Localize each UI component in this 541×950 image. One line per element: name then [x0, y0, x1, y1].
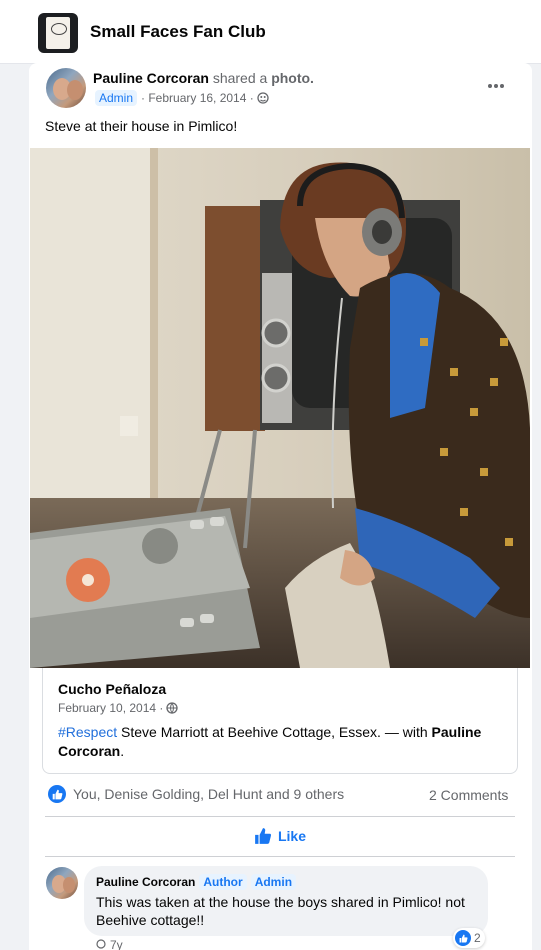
comment-text: This was taken at the house the boys sha… [96, 894, 465, 928]
more-options-icon[interactable] [484, 76, 508, 96]
members-icon [257, 92, 269, 104]
shared-caption: #Respect Steve Marriott at Beehive Cotta… [58, 723, 508, 761]
group-header: Small Faces Fan Club [0, 0, 541, 64]
comment-time-row: 7y [96, 938, 123, 950]
comment-time[interactable]: 7y [110, 938, 123, 950]
reactions-summary[interactable]: You, Denise Golding, Del Hunt and 9 othe… [48, 785, 344, 803]
like-button-label: Like [277, 828, 306, 844]
like-reaction-icon [48, 785, 66, 803]
post-action-text: shared a [212, 70, 268, 86]
admin-badge[interactable]: Admin [95, 90, 138, 106]
post-author-name[interactable]: Pauline Corcoran [93, 70, 209, 86]
comment-author-avatar[interactable] [46, 867, 78, 899]
author-badge: Author [199, 874, 247, 890]
post-photo[interactable] [30, 148, 530, 668]
shared-caption-text: Steve Marriott at Beehive Cottage, Essex… [117, 724, 432, 740]
like-button[interactable]: Like [45, 818, 515, 854]
shared-caption-period: . [120, 743, 125, 759]
post-author-line: Pauline Corcoran shared a photo. [93, 70, 314, 86]
globe-icon [166, 702, 179, 714]
post-text: Steve at their house in Pimlico! [45, 118, 238, 134]
group-title[interactable]: Small Faces Fan Club [90, 22, 266, 42]
comment-admin-badge: Admin [250, 874, 297, 890]
hashtag-link[interactable]: #Respect [58, 724, 117, 740]
author-avatar[interactable] [46, 68, 86, 108]
group-cover-icon[interactable] [38, 13, 78, 53]
comment-reactions[interactable]: 2 [453, 928, 485, 948]
comment-header: Pauline Corcoran Author Admin [96, 874, 297, 890]
comment-like-icon [455, 930, 471, 946]
post-action-object[interactable]: photo. [271, 70, 314, 86]
shared-date-text[interactable]: February 10, 2014 · [58, 701, 163, 715]
post-meta: Admin · February 16, 2014 · [95, 90, 269, 106]
comment-reaction-count: 2 [474, 931, 481, 945]
divider-top [45, 816, 515, 817]
comment-author-name[interactable]: Pauline Corcoran [96, 875, 195, 889]
shared-author-name[interactable]: Cucho Peñaloza [58, 681, 166, 697]
reactions-text[interactable]: You, Denise Golding, Del Hunt and 9 othe… [73, 786, 344, 802]
edited-icon [96, 938, 106, 950]
divider-bottom [45, 856, 515, 857]
comments-count[interactable]: 2 Comments [429, 787, 508, 803]
post-date[interactable]: · February 16, 2014 · [141, 91, 254, 105]
thumbs-up-icon [255, 828, 271, 844]
photo-steve-headphones [30, 148, 530, 668]
shared-date: February 10, 2014 · [58, 701, 179, 715]
